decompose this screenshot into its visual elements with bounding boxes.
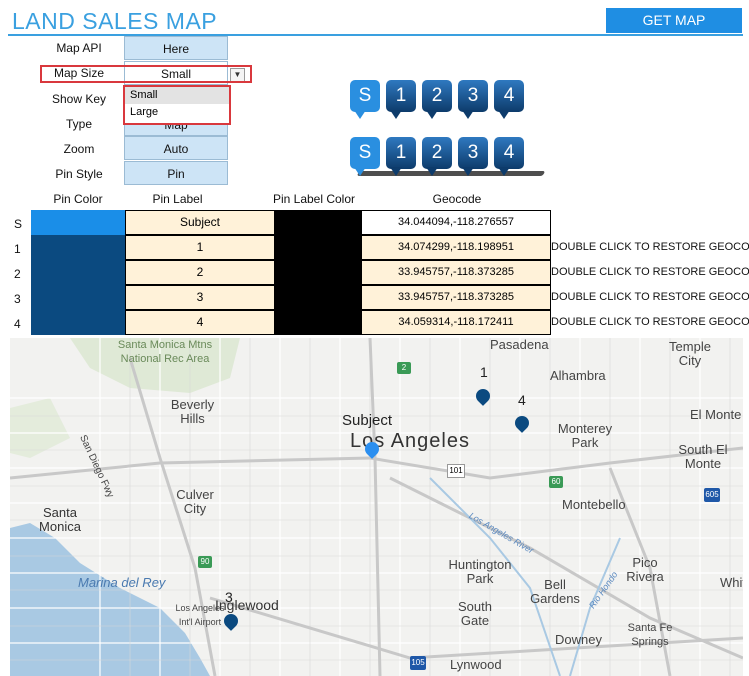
map-label: Bell Gardens xyxy=(530,577,580,606)
preview-pin-3-shadow: 3 xyxy=(458,137,488,169)
row-id: S xyxy=(14,217,23,231)
map-api-field[interactable]: Here xyxy=(124,36,228,60)
restore-geocode-hint: DOUBLE CLICK TO RESTORE GEOCODE xyxy=(551,266,749,278)
map-label: El Monte xyxy=(690,407,742,422)
pin-label-3: 3 xyxy=(225,589,233,605)
map-label: Lynwood xyxy=(450,657,502,672)
map-label: Los Angeles Int'l Airport xyxy=(175,603,225,627)
map-label: Marina del Rey xyxy=(78,575,166,590)
pin-label-cell[interactable]: 4 xyxy=(125,310,275,335)
map-label: South El Monte xyxy=(678,442,728,471)
pin-label-color-swatch[interactable] xyxy=(275,310,362,335)
preview-pin-4: 4 xyxy=(494,80,524,112)
map-label: Huntington Park xyxy=(448,557,512,586)
road-shield: 2 xyxy=(397,362,411,374)
geocode-header: Geocode xyxy=(432,192,482,206)
pin-color-swatch[interactable] xyxy=(31,210,126,235)
show-key-label: Show Key xyxy=(51,92,107,106)
get-map-button[interactable]: GET MAP xyxy=(606,8,742,33)
zoom-field[interactable]: Auto xyxy=(124,136,228,160)
preview-shadow xyxy=(356,171,546,176)
road-shield: 605 xyxy=(704,488,720,502)
pin-label-color-swatch[interactable] xyxy=(275,260,362,285)
pin-label-header: Pin Label xyxy=(152,192,203,206)
map-label: Santa Fe Springs xyxy=(627,622,673,648)
pin-label-1: 1 xyxy=(480,364,488,380)
map-label: Pasadena xyxy=(490,338,549,352)
title-underline xyxy=(8,34,743,36)
preview-pin-1: 1 xyxy=(386,80,416,112)
road-shield: 60 xyxy=(549,476,563,488)
map-label: Monterey Park xyxy=(557,421,613,450)
preview-pin-3: 3 xyxy=(458,80,488,112)
geocode-cell[interactable]: 34.059314,-118.172411 xyxy=(361,310,551,335)
restore-geocode-hint: DOUBLE CLICK TO RESTORE GEOCODE xyxy=(551,316,749,328)
geocode-cell[interactable]: 33.945757,-118.373285 xyxy=(361,260,551,285)
pin-label-color-swatch[interactable] xyxy=(275,210,362,235)
pin-label-4: 4 xyxy=(518,392,526,408)
preview-pin-2: 2 xyxy=(422,80,452,112)
row-id: 1 xyxy=(14,242,21,256)
pin-color-swatch-group[interactable] xyxy=(31,235,126,335)
preview-pin-1-shadow: 1 xyxy=(386,137,416,169)
preview-pin-s: S xyxy=(350,80,380,112)
pin-label-color-swatch[interactable] xyxy=(275,285,362,310)
page-title: LAND SALES MAP xyxy=(12,8,218,34)
pin-color-header: Pin Color xyxy=(53,192,103,206)
pin-style-label: Pin Style xyxy=(55,167,103,181)
preview-pin-s-shadow: S xyxy=(350,137,380,169)
pin-label-cell[interactable]: 2 xyxy=(125,260,275,285)
map-label: Culver City xyxy=(176,487,214,516)
pin-label-color-header: Pin Label Color xyxy=(272,192,356,206)
map-size-dropdown: Small Large xyxy=(123,85,231,125)
pin-label-cell[interactable]: 1 xyxy=(125,235,275,260)
zoom-label: Zoom xyxy=(63,142,95,156)
preview-pin-4-shadow: 4 xyxy=(494,137,524,169)
type-label: Type xyxy=(65,117,92,131)
pin-label-color-swatch[interactable] xyxy=(275,235,362,260)
geocode-cell[interactable]: 34.074299,-118.198951 xyxy=(361,235,551,260)
map-label: Santa Monica Mtns National Rec Area xyxy=(117,339,213,365)
road-shield: 105 xyxy=(410,656,426,670)
restore-geocode-hint: DOUBLE CLICK TO RESTORE GEOCODE xyxy=(551,291,749,303)
pin-label-cell[interactable]: 3 xyxy=(125,285,275,310)
map-size-highlight xyxy=(40,65,252,83)
map-label: Temple City xyxy=(669,339,711,368)
map-label: Downey xyxy=(555,632,602,647)
row-id: 3 xyxy=(14,292,21,306)
map-label: Montebello xyxy=(562,497,626,512)
preview-pin-2-shadow: 2 xyxy=(422,137,452,169)
road-shield: 90 xyxy=(198,556,212,568)
geocode-cell[interactable]: 33.945757,-118.373285 xyxy=(361,285,551,310)
map-view[interactable]: Santa Monica Mtns National Rec Area Pasa… xyxy=(10,338,743,676)
map-label: Santa Monica xyxy=(39,505,81,534)
map-label: Beverly Hills xyxy=(170,397,215,426)
dropdown-option-small[interactable]: Small xyxy=(125,87,229,104)
map-label: South Gate xyxy=(458,599,492,628)
map-label: Pico Rivera xyxy=(626,555,664,584)
map-api-label: Map API xyxy=(56,41,102,55)
road-shield: 101 xyxy=(447,464,465,478)
pin-style-field[interactable]: Pin xyxy=(124,161,228,185)
map-label: Whittier xyxy=(720,575,743,590)
map-label: Alhambra xyxy=(550,368,606,383)
row-id: 4 xyxy=(14,317,21,331)
pin-label-cell[interactable]: Subject xyxy=(125,210,275,235)
restore-geocode-hint: DOUBLE CLICK TO RESTORE GEOCODE xyxy=(551,241,749,253)
geocode-cell[interactable]: 34.044094,-118.276557 xyxy=(361,210,551,235)
dropdown-option-large[interactable]: Large xyxy=(125,104,229,121)
row-id: 2 xyxy=(14,267,21,281)
pin-label-subject: Subject xyxy=(342,412,393,429)
